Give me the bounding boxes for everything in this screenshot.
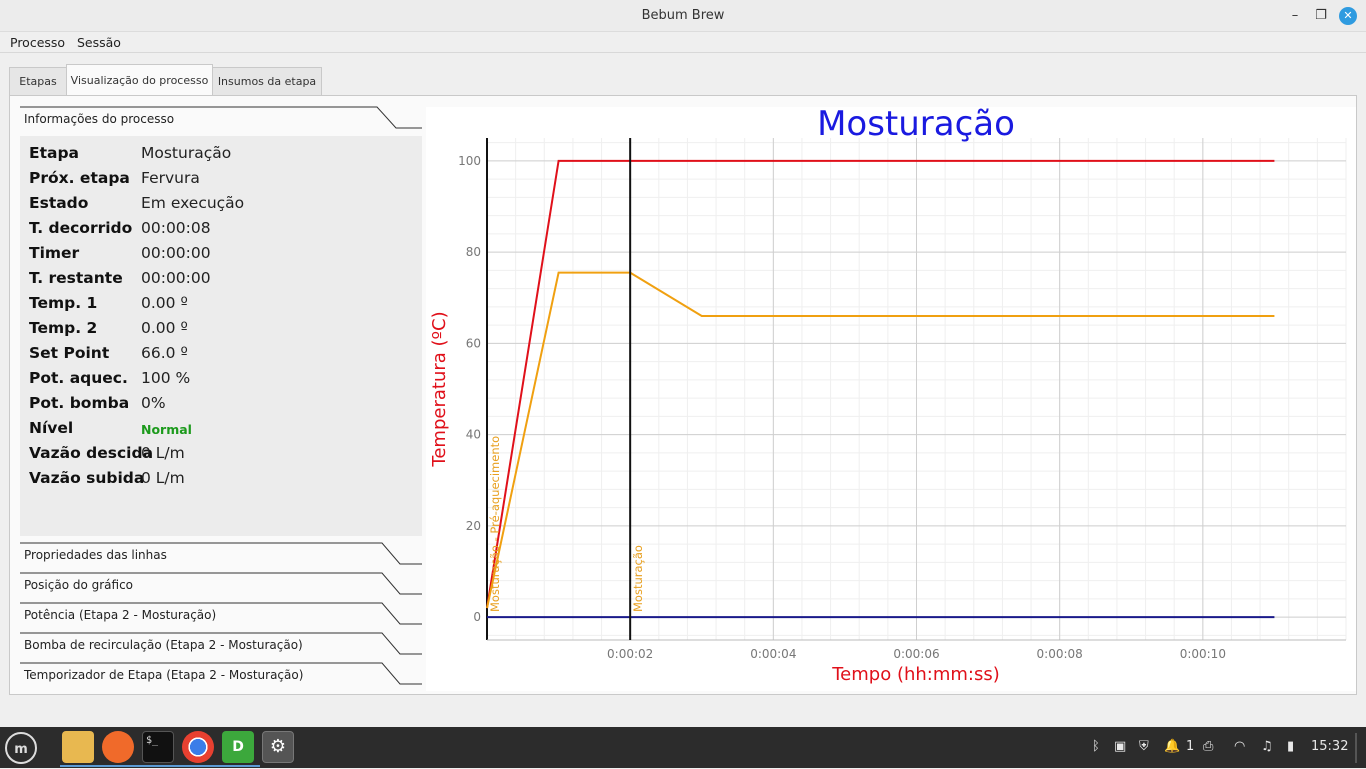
section-header[interactable]: Temporizador de Etapa (Etapa 2 - Mostura… [20,662,422,692]
info-key: Vazão subida [29,469,145,487]
maximize-icon[interactable]: ❐ [1313,8,1329,24]
section-header[interactable]: Propriedades das linhas [20,542,422,572]
info-key: Pot. bomba [29,394,130,412]
info-value: 0 L/m [141,444,185,462]
tab-visualizacao[interactable]: Visualização do processo [66,64,213,97]
menu-sessao[interactable]: Sessão [77,35,121,50]
marker-label: Mosturação - Pré-aquecimento [488,436,502,612]
minimize-icon[interactable]: – [1287,8,1303,24]
show-desktop[interactable] [1355,733,1357,763]
y-tick-label: 60 [466,336,481,350]
info-key: Temp. 1 [29,294,98,312]
bluetooth-icon[interactable]: ᛒ [1092,739,1100,754]
x-tick-label: 0:00:08 [1037,647,1083,661]
info-value: Mosturação [141,144,232,162]
info-value: Em execução [141,194,245,212]
info-key: Set Point [29,344,110,362]
info-value: 00:00:00 [141,244,211,262]
info-key: T. restante [29,269,123,287]
svg-text:m: m [14,742,28,757]
info-value: 66.0 º [141,344,188,362]
window-title: Bebum Brew [641,8,725,23]
y-tick-label: 80 [466,245,481,259]
info-value: 100 % [141,369,191,387]
section-header[interactable]: Bomba de recirculação (Etapa 2 - Mostura… [20,632,422,662]
tab-insumos[interactable]: Insumos da etapa [212,67,322,96]
y-tick-label: 20 [466,519,481,533]
section-info-label: Informações do processo [24,112,175,126]
section-label: Temporizador de Etapa (Etapa 2 - Mostura… [24,668,304,682]
clock[interactable]: 15:32 [1311,739,1348,754]
info-value: 0 L/m [141,469,185,487]
info-key: Estado [29,194,89,212]
process-chart[interactable]: 0 20 40 60 80 100 0:00:02 0:00:04 0:00:06 0:00:08… [426,104,1356,691]
menu-bar: Processo Sessão [0,32,1366,53]
info-key: T. decorrido [29,219,133,237]
dbeaver-icon[interactable]: D [222,731,254,763]
section-info-header[interactable]: Informações do processo [20,106,422,136]
title-bar: Bebum Brew – ❐ ✕ [0,0,1366,32]
info-key: Próx. etapa [29,169,130,187]
section-header[interactable]: Posição do gráfico [20,572,422,602]
process-info-panel: Etapa Mosturação Próx. etapa Fervura Estado E… [20,136,422,536]
mint-menu-icon[interactable]: m [4,731,37,764]
notification-icon[interactable]: 🔔 [1164,739,1180,754]
info-value: 00:00:08 [141,219,211,237]
section-header[interactable]: Potência (Etapa 2 - Mosturação) [20,602,422,632]
wifi-icon[interactable]: ◠ [1234,739,1245,754]
close-icon[interactable]: ✕ [1339,7,1357,25]
y-tick-label: 0 [473,610,481,624]
series-line-0 [486,159,1275,609]
y-tick-label: 100 [458,154,481,168]
x-tick-label: 0:00:10 [1180,647,1226,661]
terminal-icon[interactable]: $_ [142,731,174,763]
x-tick-label: 0:00:06 [893,647,939,661]
chart-title: Mosturação [817,107,1015,144]
info-key: Pot. aquec. [29,369,128,387]
clipboard-icon[interactable]: ▣ [1114,739,1126,754]
firefox-icon[interactable] [102,731,134,763]
info-key: Vazão descida [29,444,154,462]
chrome-icon[interactable] [182,731,214,763]
info-value: 0.00 º [141,319,188,337]
x-tick-label: 0:00:02 [607,647,653,661]
taskbar: m $_ D ⚙ ᛒ ▣ ⛨ 🔔 1 ⎙ ◠ ♫ ▮ 15:32 [0,727,1366,768]
info-value: Fervura [141,169,200,187]
chart-svg: 0 20 40 60 80 100 0:00:02 0:00:04 0:00:06 0:00:08… [429,104,1347,685]
y-tick-label: 40 [466,428,481,442]
info-key: Timer [29,244,80,262]
x-axis-label: Tempo (hh:mm:ss) [831,664,1000,685]
series-line-1 [486,271,1275,609]
shield-icon[interactable]: ⛨ [1139,739,1149,754]
running-indicator [60,765,260,767]
notification-count: 1 [1186,739,1195,754]
sound-icon[interactable]: ♫ [1261,739,1273,754]
section-label: Bomba de recirculação (Etapa 2 - Mostura… [24,638,303,652]
info-key: Etapa [29,144,80,162]
tab-etapas[interactable]: Etapas [9,67,67,96]
info-value: 0% [141,394,166,412]
y-axis-label: Temperatura (ºC) [429,311,450,467]
section-label: Potência (Etapa 2 - Mosturação) [24,608,217,622]
menu-processo[interactable]: Processo [10,35,65,50]
marker-label: Mosturação [631,545,645,612]
info-value: 0.00 º [141,294,188,312]
section-label: Posição do gráfico [24,578,134,592]
info-value: 00:00:00 [141,269,211,287]
info-value: Normal [141,422,192,437]
files-icon[interactable] [62,731,94,763]
x-tick-label: 0:00:04 [750,647,796,661]
settings-icon[interactable]: ⚙ [262,731,294,763]
section-label: Propriedades das linhas [24,548,167,562]
info-key: Temp. 2 [29,319,98,337]
printer-icon[interactable]: ⎙ [1203,739,1213,754]
info-key: Nível [29,419,74,437]
battery-icon[interactable]: ▮ [1287,739,1294,754]
